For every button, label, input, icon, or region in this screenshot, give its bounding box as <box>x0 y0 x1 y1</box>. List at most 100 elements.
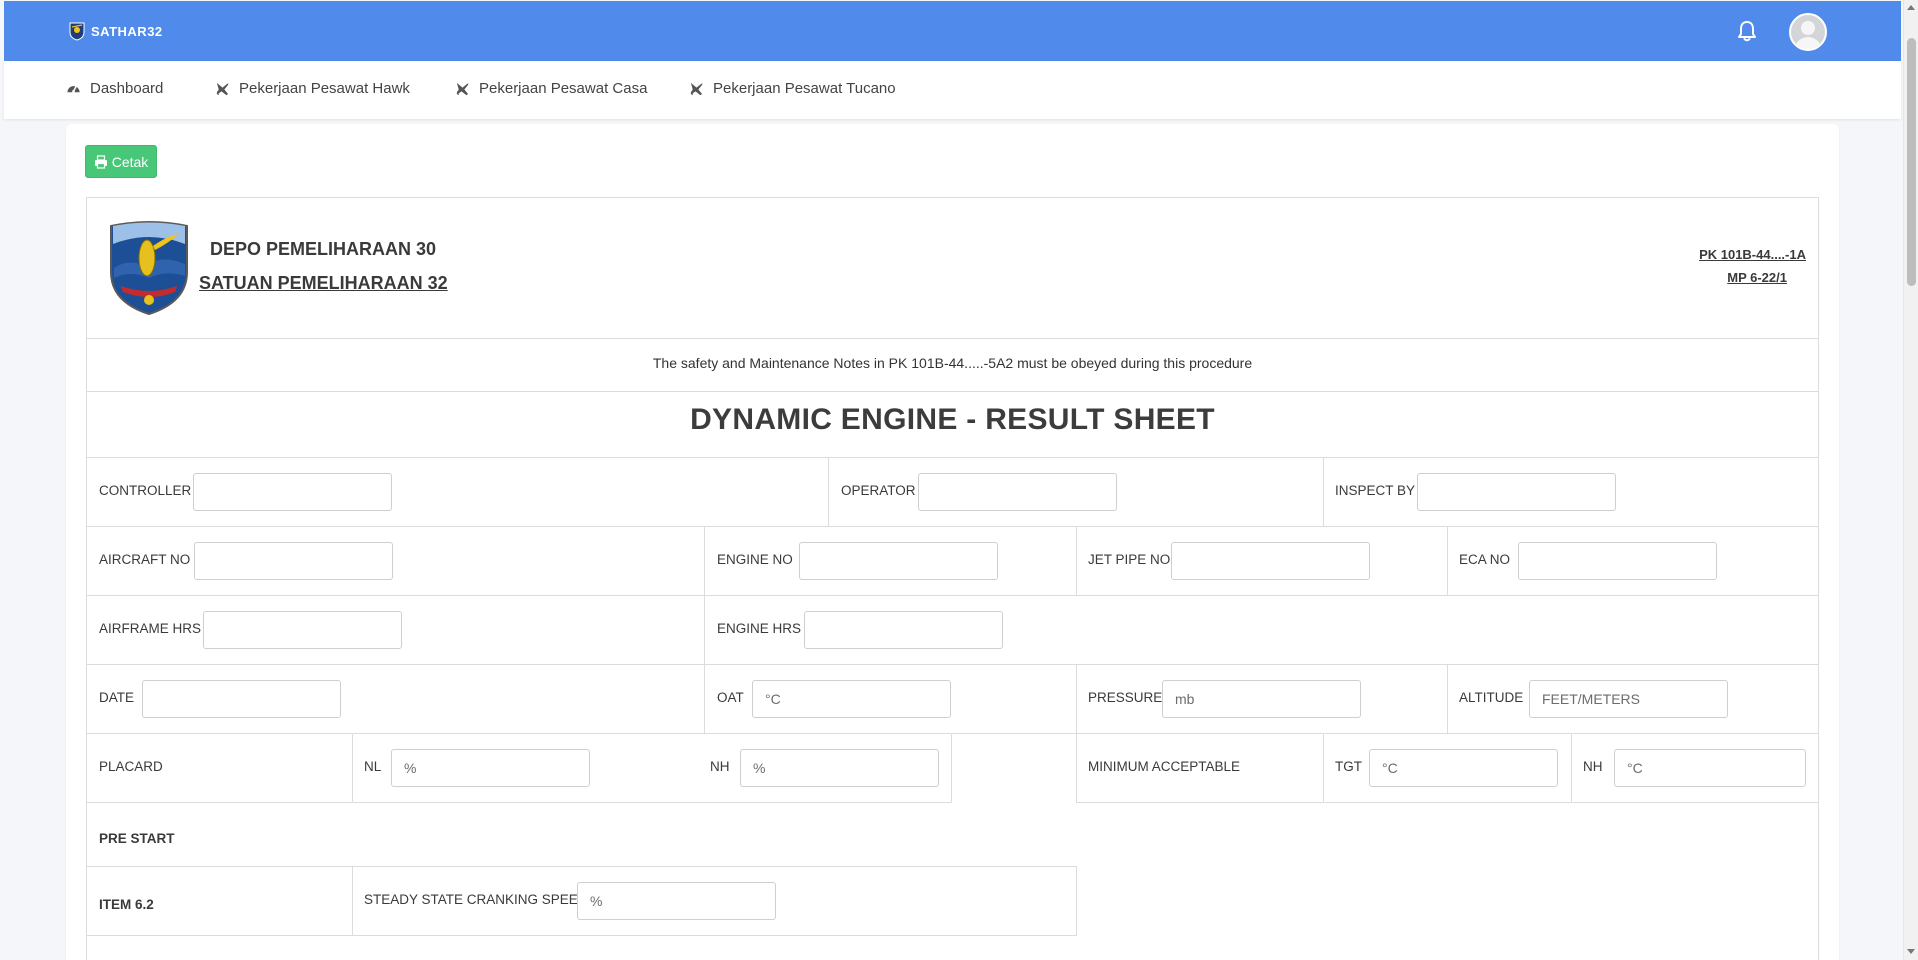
cranking-speed-label: STEADY STATE CRANKING SPEED <box>364 892 588 907</box>
print-button[interactable]: Cetak <box>85 145 157 178</box>
pressure-input[interactable] <box>1162 680 1361 718</box>
avatar-head <box>1801 21 1815 35</box>
item-6-2-label: ITEM 6.2 <box>99 897 154 912</box>
airframe-hrs-input[interactable] <box>203 611 402 649</box>
divider <box>86 802 952 803</box>
pressure-label: PRESSURE <box>1088 690 1163 705</box>
divider <box>1076 526 1077 595</box>
controller-input[interactable] <box>193 473 392 511</box>
divider <box>86 526 1819 527</box>
placard-label: PLACARD <box>99 759 163 774</box>
controller-label: CONTROLLER <box>99 483 192 498</box>
sheet-title: DYNAMIC ENGINE - RESULT SHEET <box>690 403 1215 436</box>
bell-icon[interactable] <box>1737 20 1757 42</box>
divider <box>86 664 1819 665</box>
minimum-acceptable-label: MINIMUM ACCEPTABLE <box>1088 759 1241 774</box>
eca-no-input[interactable] <box>1518 542 1717 580</box>
divider <box>828 457 829 526</box>
divider <box>1076 866 1077 935</box>
divider <box>352 733 353 802</box>
divider <box>1571 733 1572 802</box>
placard-nl-input[interactable] <box>391 749 590 787</box>
eca-no-label: ECA NO <box>1459 552 1511 567</box>
cranking-speed-input[interactable] <box>577 882 776 920</box>
jet-pipe-no-input[interactable] <box>1171 542 1370 580</box>
top-header: SATHAR32 <box>4 1 1901 61</box>
divider <box>86 733 1819 734</box>
nav-label-hawk: Pekerjaan Pesawat Hawk <box>239 80 410 97</box>
placard-nl-label: NL <box>364 759 382 774</box>
oat-input[interactable] <box>752 680 951 718</box>
scrollbar-thumb[interactable] <box>1907 38 1916 286</box>
divider <box>951 733 952 802</box>
altitude-input[interactable] <box>1529 680 1728 718</box>
airframe-hrs-label: AIRFRAME HRS <box>99 621 202 636</box>
min-nh-input[interactable] <box>1614 749 1806 787</box>
engine-no-label: ENGINE NO <box>717 552 793 567</box>
main-nav: Dashboard Pekerjaan Pesawat Hawk Pekerja… <box>4 61 1901 119</box>
org-unit: SATUAN PEMELIHARAAN 32 <box>199 273 448 293</box>
plane-icon <box>456 82 469 96</box>
divider <box>1447 526 1448 595</box>
aircraft-no-label: AIRCRAFT NO <box>99 552 191 567</box>
nav-item-tucano[interactable]: Pekerjaan Pesawat Tucano <box>689 80 896 97</box>
dashboard-gauge-icon <box>67 85 80 93</box>
plane-icon <box>690 82 703 96</box>
operator-input[interactable] <box>918 473 1117 511</box>
divider <box>1447 664 1448 733</box>
inspect-by-label: INSPECT BY <box>1335 483 1416 498</box>
print-label: Cetak <box>111 153 149 170</box>
avatar-body <box>1794 37 1822 49</box>
divider <box>1323 733 1324 802</box>
date-label: DATE <box>99 690 135 705</box>
placard-nh-label: NH <box>710 759 730 774</box>
user-avatar[interactable] <box>1789 13 1827 51</box>
divider <box>86 391 1819 392</box>
nav-label-dashboard: Dashboard <box>90 80 164 97</box>
divider <box>86 338 1819 339</box>
divider <box>1076 664 1077 733</box>
page-scrollbar[interactable] <box>1903 0 1918 960</box>
engine-hrs-label: ENGINE HRS <box>717 621 802 636</box>
brand[interactable]: SATHAR32 <box>68 21 163 41</box>
min-tgt-label: TGT <box>1335 759 1362 774</box>
min-nh-label: NH <box>1583 759 1603 774</box>
reference-code: PK 101B-44....-1A <box>1699 247 1806 262</box>
divider <box>86 866 1077 867</box>
safety-note: The safety and Maintenance Notes in PK 1… <box>652 355 1253 371</box>
jet-pipe-no-label: JET PIPE NO <box>1088 552 1171 567</box>
brand-name: SATHAR32 <box>91 23 163 39</box>
shield-emblem-icon <box>69 22 85 41</box>
date-input[interactable] <box>142 680 341 718</box>
divider <box>1076 733 1077 802</box>
min-tgt-input[interactable] <box>1369 749 1558 787</box>
plane-icon <box>216 82 229 96</box>
nav-item-casa[interactable]: Pekerjaan Pesawat Casa <box>455 80 647 97</box>
engine-hrs-input[interactable] <box>804 611 1003 649</box>
nav-item-hawk[interactable]: Pekerjaan Pesawat Hawk <box>215 80 410 97</box>
divider <box>704 526 705 733</box>
reference-mp: MP 6-22/1 <box>1727 270 1787 285</box>
nav-label-casa: Pekerjaan Pesawat Casa <box>479 80 648 97</box>
operator-label: OPERATOR <box>841 483 916 498</box>
engine-no-input[interactable] <box>799 542 998 580</box>
divider <box>352 866 353 935</box>
altitude-label: ALTITUDE <box>1459 690 1524 705</box>
divider <box>86 935 1077 936</box>
divider <box>86 595 1819 596</box>
oat-label: OAT <box>717 690 744 705</box>
org-name: DEPO PEMELIHARAAN 30 <box>210 239 437 259</box>
scroll-up-arrow-icon[interactable] <box>1907 5 1915 10</box>
nav-label-tucano: Pekerjaan Pesawat Tucano <box>713 80 896 97</box>
divider <box>86 457 1819 458</box>
pre-start-heading: PRE START <box>99 831 175 846</box>
scroll-down-arrow-icon[interactable] <box>1907 949 1915 954</box>
printer-icon <box>94 154 107 169</box>
nav-item-dashboard[interactable]: Dashboard <box>66 80 163 97</box>
inspect-by-input[interactable] <box>1417 473 1616 511</box>
placard-nh-input[interactable] <box>740 749 939 787</box>
divider <box>1323 457 1324 526</box>
aircraft-no-input[interactable] <box>194 542 393 580</box>
divider <box>1076 802 1819 803</box>
unit-emblem-logo <box>110 221 188 316</box>
